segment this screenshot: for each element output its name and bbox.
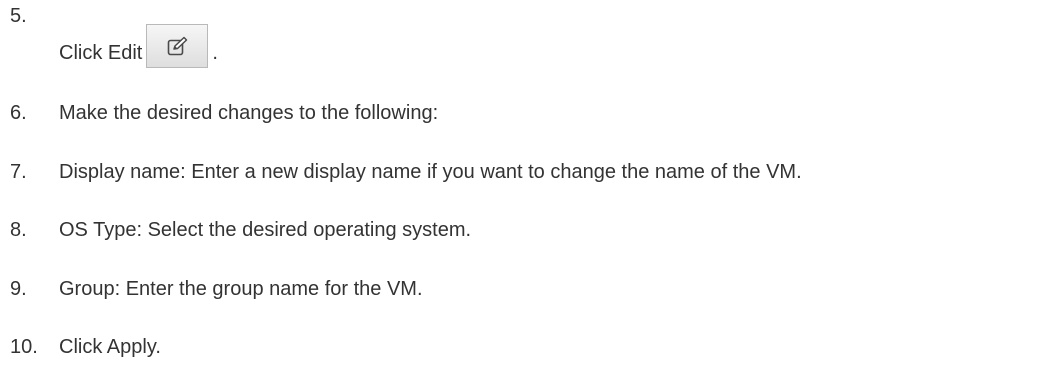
step-text: Make the desired changes to the followin… <box>59 102 439 124</box>
step-text: OS Type: Select the desired operating sy… <box>59 219 472 241</box>
step-number: 6. <box>10 102 27 124</box>
edit-icon <box>168 36 188 56</box>
step-number: 7. <box>10 161 27 183</box>
step-punctuation: . <box>212 42 218 64</box>
edit-button[interactable] <box>146 24 209 68</box>
step-text: Click Edit . <box>59 24 218 68</box>
step-number: 5. <box>10 5 27 27</box>
step-label: Click Edit <box>59 42 143 64</box>
step-number: 9. <box>10 278 27 300</box>
step-text: Group: Enter the group name for the VM. <box>59 278 423 300</box>
step-number: 8. <box>10 219 27 241</box>
step-text: Display name: Enter a new display name i… <box>59 161 802 183</box>
step-text: Click Apply. <box>59 336 161 358</box>
step-number: 10. <box>10 336 38 358</box>
